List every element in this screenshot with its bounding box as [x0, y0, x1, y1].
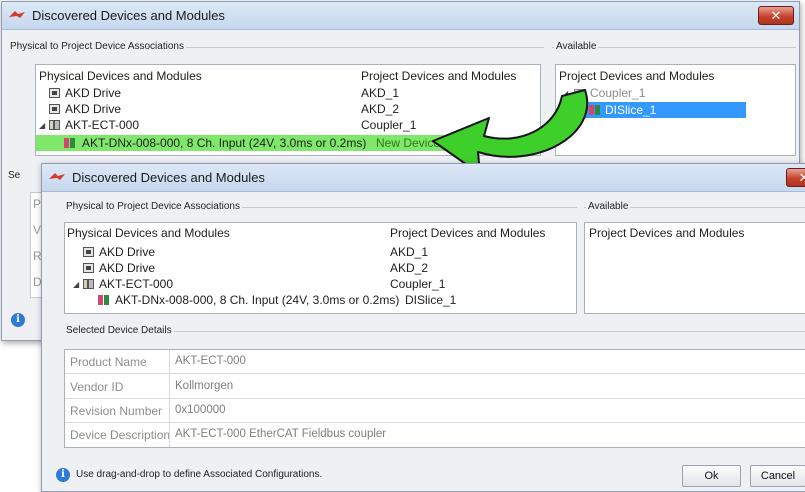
field-label: Device Description — [70, 428, 171, 442]
front-available-col[interactable]: Project Devices and Modules — [589, 226, 744, 240]
back-peek-letter: P — [33, 197, 42, 211]
ok-button[interactable]: Ok — [682, 465, 741, 487]
info-icon: i — [56, 468, 70, 482]
front-details-divider — [64, 331, 805, 332]
back-title-bar: Discovered Devices and Modules ✕ — [2, 2, 799, 30]
details-row: Revision Number 0x100000 — [65, 399, 805, 423]
coupler-icon — [83, 279, 94, 289]
row-physical: AKT-DNx-008-000, 8 Ch. Input (24V, 3.0ms… — [115, 293, 400, 307]
front-dialog: Discovered Devices and Modules ✕ Physica… — [41, 163, 805, 492]
table-row[interactable]: AKT-DNx-008-000, 8 Ch. Input (24V, 3.0ms… — [65, 293, 576, 308]
row-physical: AKT-ECT-000 — [99, 277, 174, 291]
table-row[interactable]: AKD Drive AKD_2 — [65, 261, 576, 276]
table-row[interactable]: AKD Drive AKD_2 — [36, 102, 540, 117]
drive-icon — [83, 247, 94, 257]
front-details-label: Selected Device Details — [64, 325, 174, 336]
app-icon — [9, 11, 25, 18]
input-module-icon — [589, 105, 600, 115]
table-row[interactable]: ◢ AKT-ECT-000 Coupler_1 — [36, 118, 540, 133]
row-project: AKD_2 — [361, 102, 400, 116]
front-associations-label: Physical to Project Device Associations — [64, 201, 242, 212]
back-available-tree[interactable]: Project Devices and Modules ◢ Coupler_1 … — [555, 64, 796, 156]
front-associations-table[interactable]: Physical Devices and Modules Project Dev… — [64, 222, 577, 314]
field-value: Kollmorgen — [175, 380, 234, 392]
back-col-physical[interactable]: Physical Devices and Modules — [39, 69, 202, 83]
back-associations-table[interactable]: Physical Devices and Modules Project Dev… — [35, 64, 541, 156]
expand-arrow-icon[interactable]: ◢ — [73, 280, 79, 289]
table-row[interactable]: ◢ AKT-ECT-000 Coupler_1 — [65, 277, 576, 292]
back-dialog-title: Discovered Devices and Modules — [32, 8, 225, 23]
input-module-icon — [64, 138, 75, 148]
front-close-button[interactable]: ✕ — [786, 168, 805, 187]
front-col-project[interactable]: Project Devices and Modules — [390, 226, 545, 240]
row-project: Coupler_1 — [390, 277, 446, 291]
drive-icon — [83, 263, 94, 273]
coupler-icon — [49, 120, 60, 130]
front-col-physical[interactable]: Physical Devices and Modules — [67, 226, 230, 240]
back-available-col[interactable]: Project Devices and Modules — [559, 69, 714, 83]
row-project: AKD_2 — [390, 261, 429, 275]
back-peek-section: Se — [8, 170, 21, 181]
back-close-button[interactable]: ✕ — [758, 6, 794, 25]
coupler-icon — [574, 89, 585, 99]
input-module-icon — [98, 295, 109, 305]
drive-icon — [49, 88, 60, 98]
row-project: DISlice_1 — [405, 293, 457, 307]
field-value: AKT-ECT-000 — [175, 355, 246, 367]
row-physical: AKT-DNx-008-000, 8 Ch. Input (24V, 3.0ms… — [82, 136, 367, 150]
tree-item-dislice-selected[interactable]: DISlice_1 — [585, 102, 746, 118]
row-project: AKD_1 — [361, 86, 400, 100]
front-title-bar: Discovered Devices and Modules ✕ — [42, 164, 805, 192]
back-associations-label: Physical to Project Device Associations — [8, 41, 186, 52]
row-project-new: New Device — [376, 136, 441, 150]
row-physical: AKT-ECT-000 — [65, 118, 140, 132]
back-col-project[interactable]: Project Devices and Modules — [361, 69, 516, 83]
cancel-button[interactable]: Cancel — [750, 465, 805, 487]
row-physical: AKD Drive — [99, 261, 156, 275]
details-row: Device Description AKT-ECT-000 EtherCAT … — [65, 423, 805, 447]
table-row[interactable]: AKD Drive AKD_1 — [65, 245, 576, 260]
table-row[interactable]: AKD Drive AKD_1 — [36, 86, 540, 101]
back-peek-letter: V — [33, 223, 42, 237]
table-row-highlighted[interactable]: AKT-DNx-008-000, 8 Ch. Input (24V, 3.0ms… — [36, 135, 448, 151]
front-available-label: Available — [586, 201, 631, 212]
front-dialog-title: Discovered Devices and Modules — [72, 170, 265, 185]
row-physical: AKD Drive — [65, 102, 122, 116]
row-physical: AKD Drive — [65, 86, 122, 100]
field-label: Product Name — [70, 355, 147, 369]
field-value: 0x100000 — [175, 404, 226, 416]
row-project: AKD_1 — [390, 245, 429, 259]
back-info-icon: i — [11, 313, 25, 327]
tree-item-coupler[interactable]: Coupler_1 — [590, 86, 645, 100]
row-physical: AKD Drive — [99, 245, 156, 259]
details-row: Product Name AKT-ECT-000 — [65, 350, 805, 374]
back-available-label: Available — [554, 41, 599, 52]
app-icon — [49, 173, 65, 180]
details-column-divider — [169, 350, 170, 447]
details-row: Vendor ID Kollmorgen — [65, 374, 805, 399]
drive-icon — [49, 104, 60, 114]
row-project: Coupler_1 — [361, 118, 417, 132]
field-value: AKT-ECT-000 EtherCAT Fieldbus coupler — [175, 428, 387, 440]
tree-item-label: DISlice_1 — [605, 103, 657, 117]
front-available-tree[interactable]: Project Devices and Modules — [584, 222, 805, 314]
field-label: Vendor ID — [70, 380, 124, 394]
front-details-grid: Product Name AKT-ECT-000 Vendor ID Kollm… — [64, 349, 805, 448]
expand-arrow-icon[interactable]: ◢ — [562, 89, 568, 98]
field-label: Revision Number — [70, 404, 163, 418]
expand-arrow-icon[interactable]: ◢ — [39, 121, 45, 130]
hint-text: Use drag-and-drop to define Associated C… — [76, 469, 323, 480]
